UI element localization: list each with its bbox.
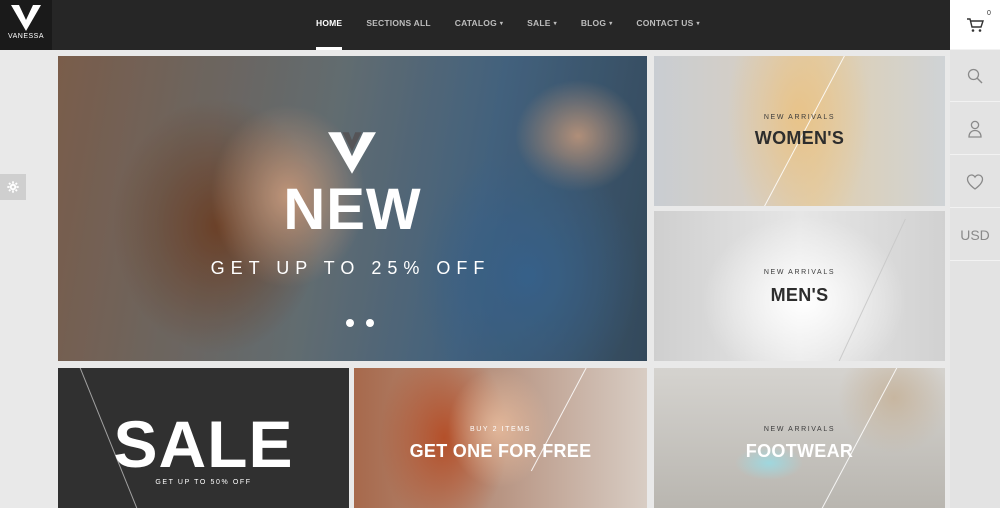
- banner-title: FOOTWEAR: [745, 441, 854, 461]
- page: VANESSA HOME SECTIONS ALL CATALOG ▾ SALE ▾…: [0, 0, 1000, 508]
- nav-item-blog[interactable]: BLOG ▾: [571, 0, 623, 50]
- user-icon: [968, 120, 982, 138]
- decorative-line: [821, 368, 898, 508]
- cart-icon: [967, 17, 984, 32]
- top-navigation-bar: VANESSA HOME SECTIONS ALL CATALOG ▾ SALE ▾…: [0, 0, 950, 50]
- brand-name: VANESSA: [7, 33, 45, 40]
- banner-kicker: NEW ARRIVALS: [763, 114, 836, 121]
- nav-label: CATALOG: [454, 18, 497, 28]
- mens-banner[interactable]: NEW ARRIVALS MEN'S: [654, 211, 945, 361]
- right-toolbar: 0 USD: [950, 0, 1000, 508]
- slider-dot[interactable]: [346, 319, 354, 327]
- cart-button[interactable]: 0: [950, 0, 1000, 50]
- currency-selector[interactable]: USD: [950, 209, 1000, 261]
- banner-kicker: NEW ARRIVALS: [763, 269, 836, 276]
- account-button[interactable]: [950, 103, 1000, 155]
- chevron-down-icon: ▾: [696, 21, 700, 27]
- cart-count-badge: 0: [987, 10, 991, 17]
- slider-dot[interactable]: [366, 319, 374, 327]
- search-icon: [967, 68, 983, 84]
- banner-title: MEN'S: [770, 285, 829, 305]
- nav-label: HOME: [316, 18, 343, 28]
- nav-label: SALE: [527, 18, 551, 28]
- hero-title: NEW: [283, 177, 422, 242]
- sale-banner[interactable]: SALE GET UP TO 50% OFF: [58, 368, 349, 508]
- promo-banner[interactable]: BUY 2 ITEMS GET ONE FOR FREE: [354, 368, 647, 508]
- vanessa-logo-icon: [11, 5, 41, 31]
- banner-kicker: NEW ARRIVALS: [763, 426, 836, 433]
- nav-label: CONTACT US: [636, 18, 694, 28]
- chevron-down-icon: ▾: [609, 21, 613, 27]
- nav-item-catalog[interactable]: CATALOG ▾: [445, 0, 513, 50]
- nav-item-home[interactable]: HOME: [306, 0, 352, 50]
- chevron-down-icon: ▾: [499, 21, 504, 27]
- main-nav: HOME SECTIONS ALL CATALOG ▾ SALE ▾ BLOG ▾ C…: [306, 0, 714, 50]
- sale-title: SALE: [113, 407, 294, 481]
- womens-banner[interactable]: NEW ARRIVALS WOMEN'S: [654, 56, 945, 206]
- banner-kicker: BUY 2 ITEMS: [469, 426, 532, 433]
- heart-icon: [966, 173, 984, 190]
- nav-label: SECTIONS ALL: [366, 18, 431, 28]
- wishlist-button[interactable]: [950, 156, 1000, 208]
- settings-button[interactable]: [0, 174, 26, 200]
- nav-item-sale[interactable]: SALE ▾: [517, 0, 567, 50]
- nav-item-sections-all[interactable]: SECTIONS ALL: [356, 0, 440, 50]
- vanessa-logo-icon: [328, 132, 376, 174]
- hero-slider[interactable]: NEW GET UP TO 25% OFF: [58, 56, 647, 361]
- footwear-banner[interactable]: NEW ARRIVALS FOOTWEAR: [654, 368, 945, 508]
- nav-label: BLOG: [580, 18, 607, 28]
- sale-subtitle: GET UP TO 50% OFF: [155, 479, 252, 486]
- chevron-down-icon: ▾: [553, 21, 557, 27]
- banner-title: GET ONE FOR FREE: [409, 441, 592, 461]
- brand-logo[interactable]: VANESSA: [0, 0, 52, 50]
- slider-pagination: [346, 319, 374, 327]
- hero-subtitle: GET UP TO 25% OFF: [210, 258, 491, 278]
- gear-icon: [7, 181, 19, 193]
- nav-item-contact-us[interactable]: CONTACT US ▾: [626, 0, 709, 50]
- search-button[interactable]: [950, 51, 1000, 102]
- banner-title: WOMEN'S: [754, 128, 845, 148]
